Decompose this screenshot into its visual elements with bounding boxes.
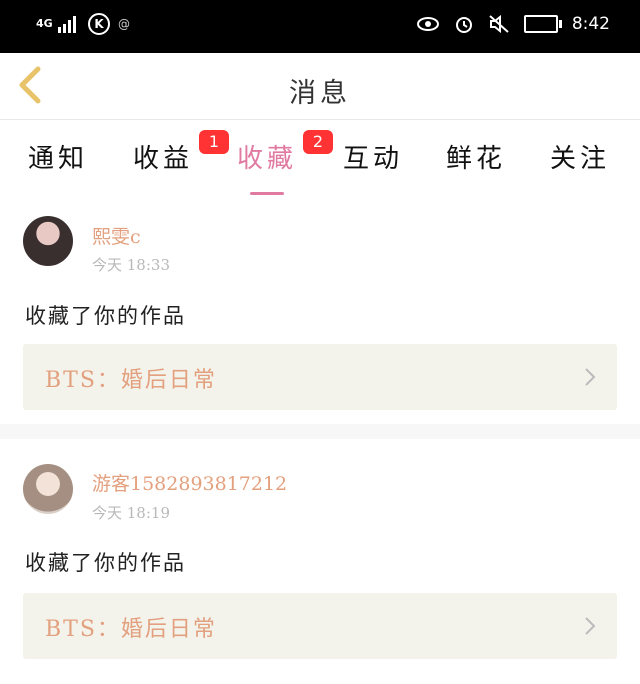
earnings-badge: 1 <box>199 130 230 154</box>
chevron-right-icon <box>585 617 596 635</box>
work-title: BTS：婚后日常 <box>45 617 217 642</box>
tab-flowers[interactable]: 鲜花 <box>446 138 506 175</box>
network-type: 4G <box>36 17 53 30</box>
tab-following[interactable]: 关注 <box>550 138 610 175</box>
tab-label: 收益 <box>133 144 194 174</box>
work-title: BTS：婚后日常 <box>45 368 217 393</box>
tab-label: 鲜花 <box>446 144 507 174</box>
action-text: 收藏了你的作品 <box>25 304 186 328</box>
tab-label: 互动 <box>343 144 404 174</box>
chevron-right-icon <box>585 368 596 386</box>
username[interactable]: 熙雯c <box>92 222 141 249</box>
page-title: 消息 <box>289 78 351 109</box>
tab-notifications[interactable]: 通知 <box>28 138 88 175</box>
tab-label: 通知 <box>28 144 89 174</box>
tab-earnings[interactable]: 收益 1 <box>133 130 230 175</box>
tab-bar: 通知 收益 1 收藏 2 互动 鲜花 关注 <box>0 120 640 196</box>
work-link[interactable]: BTS：婚后日常 <box>23 593 617 659</box>
clock: 8:42 <box>571 14 610 34</box>
nav-header: 消息 <box>0 53 640 120</box>
alarm-icon <box>455 17 472 33</box>
signal-icon <box>58 16 76 33</box>
section-divider <box>0 424 640 439</box>
k-app-icon: K <box>88 13 110 35</box>
action-text: 收藏了你的作品 <box>25 551 186 575</box>
message-card: 熙雯c 今天 18:33 收藏了你的作品 BTS：婚后日常 <box>0 196 640 424</box>
mute-icon <box>489 14 509 34</box>
status-left: 4G K @ <box>36 13 130 35</box>
message-card: 游客1582893817212 今天 18:19 收藏了你的作品 BTS：婚后日… <box>0 439 640 684</box>
avatar[interactable] <box>23 464 73 514</box>
timestamp: 今天 18:33 <box>92 256 170 274</box>
timestamp: 今天 18:19 <box>92 504 170 522</box>
battery-icon <box>523 15 562 33</box>
eye-icon <box>416 17 439 31</box>
status-right: 8:42 <box>416 14 610 34</box>
avatar[interactable] <box>23 216 73 266</box>
status-bar: 4G K @ 8:42 <box>0 0 640 53</box>
active-tab-indicator <box>250 192 284 195</box>
work-link[interactable]: BTS：婚后日常 <box>23 344 617 410</box>
favorites-badge: 2 <box>303 130 334 154</box>
tab-favorites[interactable]: 收藏 2 <box>237 130 334 195</box>
tab-label: 关注 <box>550 144 611 174</box>
username[interactable]: 游客1582893817212 <box>92 469 287 496</box>
tab-interactions[interactable]: 互动 <box>343 138 403 175</box>
notification-dot-icon: @ <box>118 17 130 31</box>
tab-label: 收藏 <box>237 144 298 174</box>
